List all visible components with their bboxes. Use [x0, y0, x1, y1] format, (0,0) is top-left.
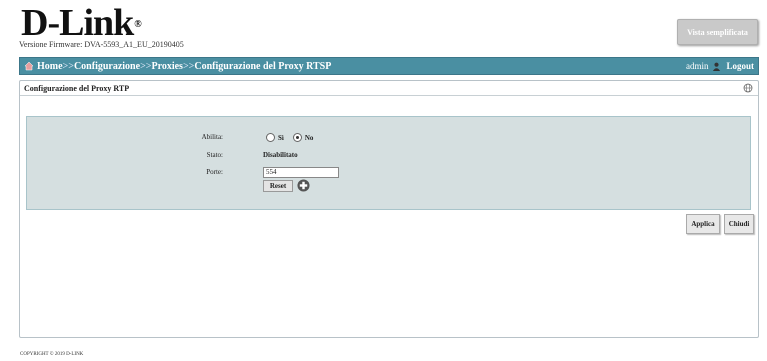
breadcrumb: Home>>Configurazione>>Proxies>>Configura…: [37, 60, 332, 72]
navigation-bar: Home>>Configurazione>>Proxies>>Configura…: [19, 57, 759, 75]
simple-view-button[interactable]: Vista semplificata: [677, 19, 758, 45]
enable-yes-radio[interactable]: [266, 133, 275, 142]
user-area: admin Logout: [686, 61, 754, 71]
enable-no-radio[interactable]: [292, 133, 302, 142]
enable-label: Abilita:: [201, 133, 223, 141]
close-button[interactable]: Chiudi: [724, 214, 754, 234]
copyright-text: COPYRIGHT © 2019 D-LINK: [20, 352, 84, 357]
add-port-icon[interactable]: [297, 179, 310, 192]
breadcrumb-proxies[interactable]: Proxies: [151, 61, 182, 72]
panel-title: Configurazione del Proxy RTP: [20, 81, 758, 96]
port-input[interactable]: 554: [263, 167, 339, 178]
firmware-version: Versione Firmware: DVA-5593_A1_EU_201904…: [19, 40, 184, 49]
ports-label: Porte:: [206, 168, 223, 176]
dlink-logo: D-Link®: [21, 2, 142, 44]
enable-yes-label: Sì: [278, 133, 284, 142]
breadcrumb-home[interactable]: Home: [37, 61, 63, 72]
rtp-proxy-form: Abilita: Sì No Stato: Disabilitato Porte…: [26, 116, 751, 210]
breadcrumb-current: Configurazione del Proxy RTSP: [194, 60, 332, 72]
status-label: Stato:: [206, 151, 223, 159]
enable-no-label: No: [304, 133, 314, 142]
globe-icon[interactable]: [743, 83, 753, 93]
rtp-proxy-panel: Configurazione del Proxy RTP Abilita: Sì…: [19, 80, 759, 338]
logout-link[interactable]: Logout: [726, 61, 754, 71]
enable-radio-group: Sì No: [266, 133, 313, 142]
status-value: Disabilitato: [263, 151, 298, 159]
home-icon[interactable]: [24, 61, 34, 71]
reset-button[interactable]: Reset: [263, 180, 293, 192]
breadcrumb-configurazione[interactable]: Configurazione: [74, 61, 140, 72]
username: admin: [685, 61, 709, 71]
user-icon: [713, 62, 721, 71]
apply-button[interactable]: Applica: [686, 214, 720, 234]
